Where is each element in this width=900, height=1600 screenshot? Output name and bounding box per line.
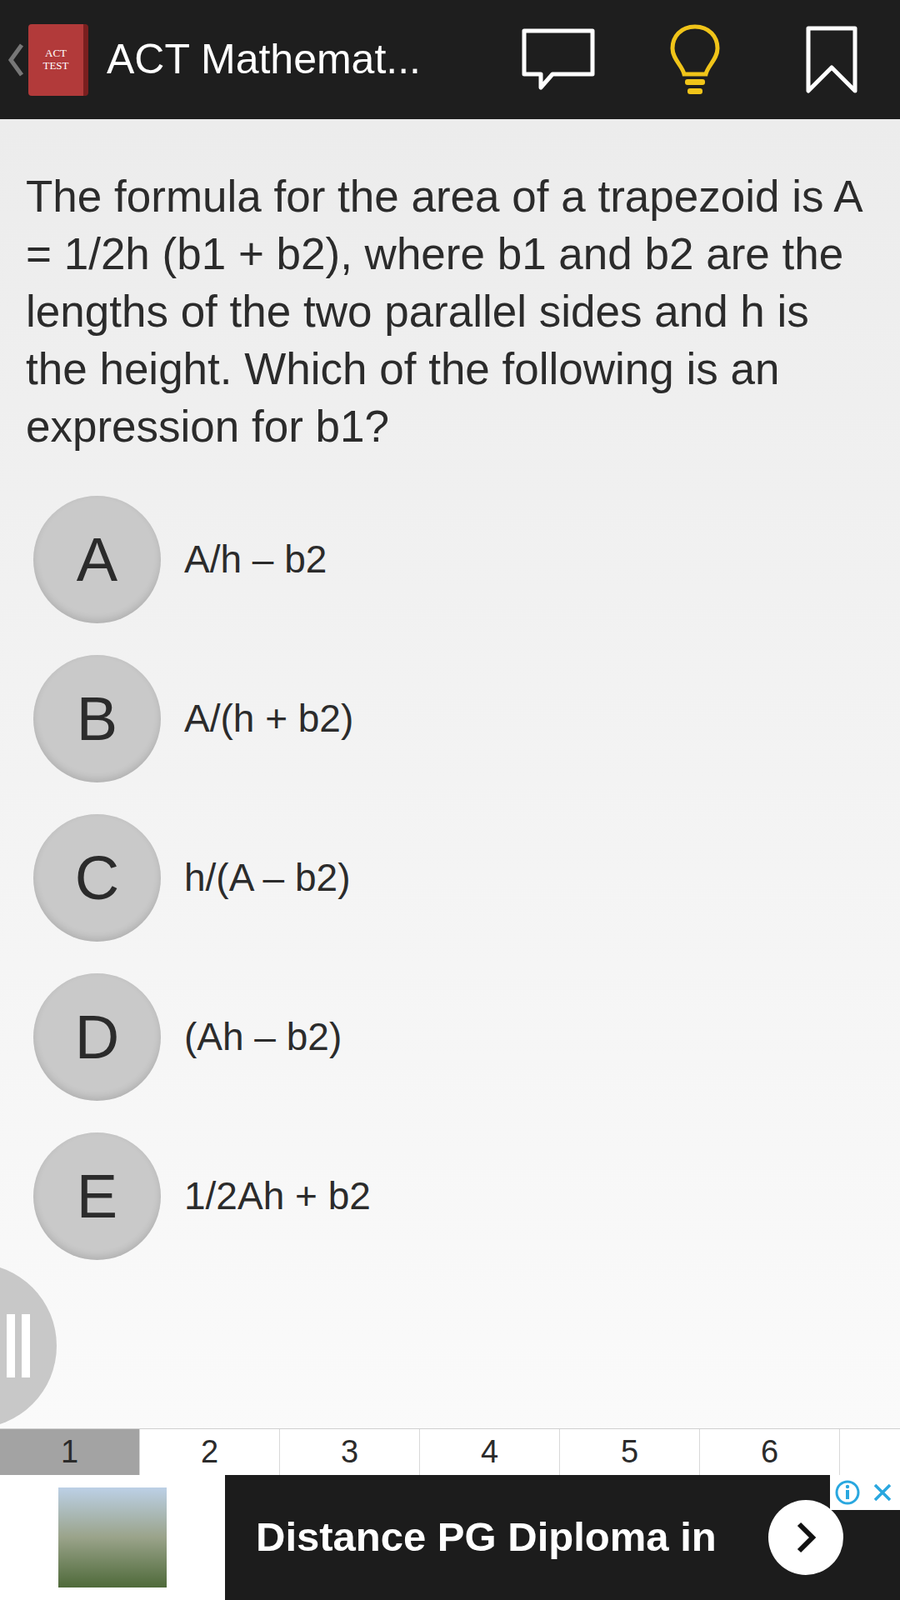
page-tab[interactable]: 4 [420,1429,560,1475]
option-row[interactable]: D (Ah – b2) [0,957,900,1117]
page-tabs: 123456 [0,1428,900,1475]
page-tab[interactable]: 6 [700,1429,840,1475]
question-text: The formula for the area of a trapezoid … [0,119,900,455]
option-row[interactable]: A A/h – b2 [0,480,900,640]
chevron-right-icon [791,1519,820,1556]
option-letter-circle: C [33,814,161,942]
ad-close-button[interactable] [865,1475,900,1510]
back-button[interactable]: ACTTEST [0,0,89,120]
drawer-handle[interactable] [0,1263,57,1429]
options-list: A A/h – b2 B A/(h + b2) Ch/(A – b2) D (Ah – b2… [0,480,900,1276]
page-tab[interactable]: 5 [560,1429,700,1475]
question-area: The formula for the area of a trapezoid … [0,119,900,1429]
app: ACTTEST ACT Mathemat... The formula for th… [0,0,900,1600]
bookmark-icon [804,24,860,96]
option-row[interactable]: B A/(h + b2) [0,639,900,799]
option-letter-circle: E [33,1132,161,1260]
option-row[interactable]: Ch/(A – b2) [0,798,900,958]
option-text: A/h – b2 [184,530,327,589]
page-tab[interactable]: 2 [140,1429,280,1475]
ad-arrow-button[interactable] [768,1500,844,1575]
option-text: A/(h + b2) [184,690,354,748]
hint-button[interactable] [645,22,745,98]
option-letter-circle: A [33,495,161,624]
option-text: (Ah – b2) [184,1008,342,1066]
logo-text: TEST [42,60,69,72]
ad-banner[interactable]: Distance PG Diploma in [0,1475,900,1600]
book-logo: ACTTEST [28,24,89,96]
handle-bar-icon [6,1314,15,1378]
logo-text: ACT [45,47,67,60]
back-chevron-icon [6,41,25,79]
option-text: h/(A – b2) [184,849,350,907]
lightbulb-icon [667,22,723,98]
speech-bubble-icon [519,25,598,95]
option-letter-circle: B [33,655,161,783]
option-text: 1/2Ah + b2 [184,1167,371,1225]
info-icon [834,1479,861,1506]
option-row[interactable]: E 1/2Ah + b2 [0,1116,900,1276]
close-icon [871,1481,894,1504]
ad-info-button[interactable] [830,1475,865,1510]
comment-button[interactable] [508,25,609,95]
page-tab[interactable]: 1 [0,1429,140,1475]
bookmark-button[interactable] [781,24,882,96]
handle-bar-icon [21,1314,30,1378]
ad-image [0,1475,225,1600]
page-tab[interactable]: 3 [280,1429,420,1475]
app-bar: ACTTEST ACT Mathemat... [0,0,900,120]
option-letter-circle: D [33,973,161,1101]
app-title: ACT Mathemat... [106,28,474,91]
ad-text: Distance PG Diploma in [255,1506,717,1569]
